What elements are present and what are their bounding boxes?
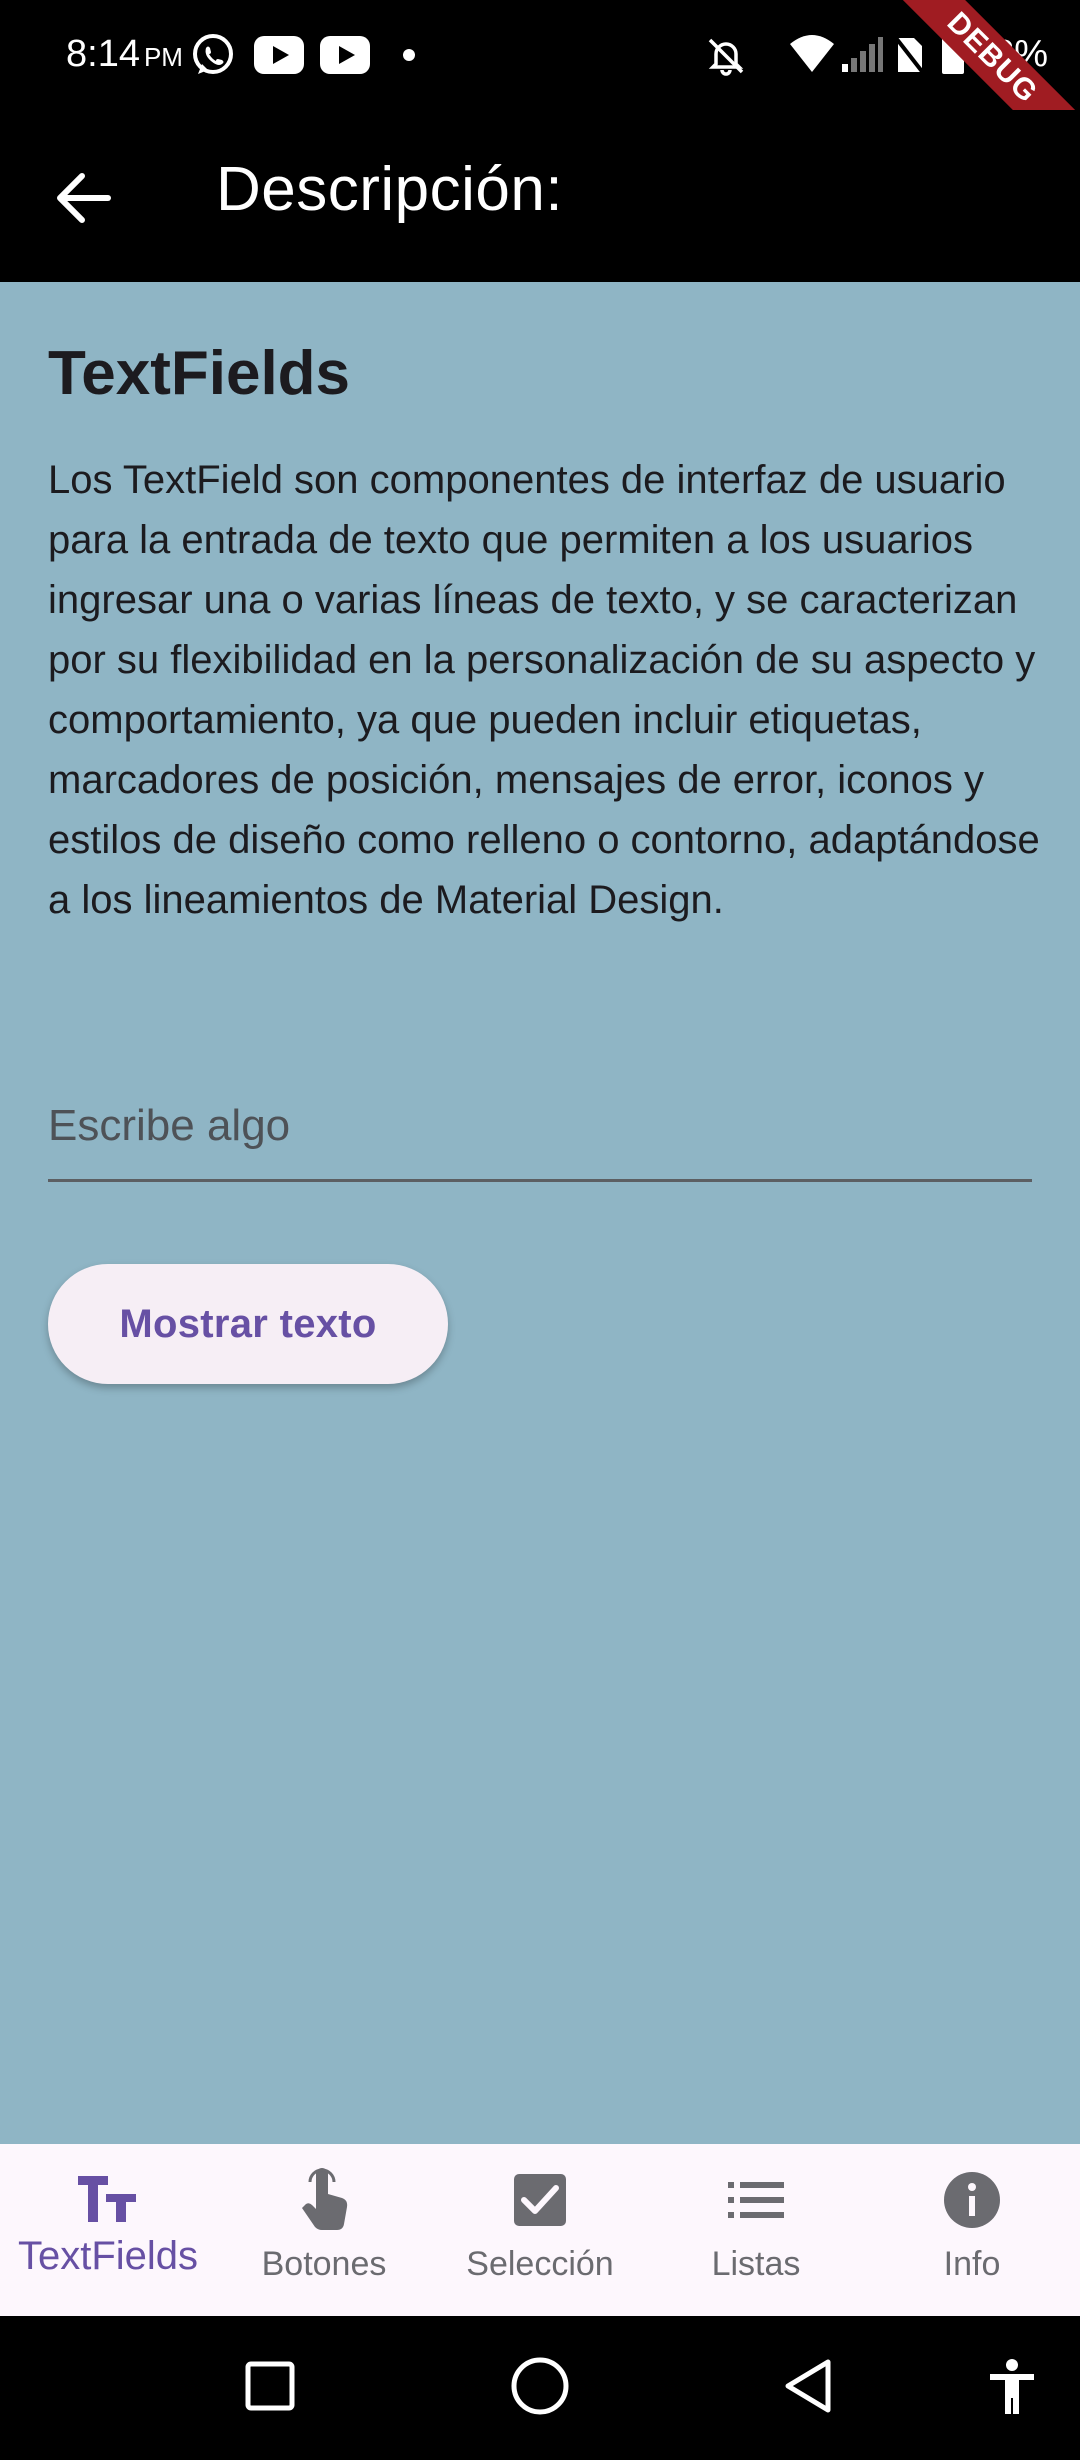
bell-off-icon <box>708 38 744 76</box>
section-title: TextFields <box>48 339 351 408</box>
youtube-icon <box>320 36 370 74</box>
bottom-nav: TextFields Botones Selección Listas Info <box>0 2144 1080 2316</box>
nav-item-listas[interactable]: Listas <box>648 2144 864 2316</box>
nav-label: Selección <box>466 2245 614 2283</box>
section-description: Los TextField son componentes de interfa… <box>48 458 1040 922</box>
list-icon <box>728 2182 784 2218</box>
app-bar: Descripción: <box>0 110 1080 282</box>
signal-icon <box>842 37 883 72</box>
back-nav-button[interactable] <box>780 2356 836 2416</box>
status-time-value: 8:14 <box>66 33 140 75</box>
nav-label: TextFields <box>17 2234 199 2278</box>
show-text-button[interactable]: Mostrar texto <box>48 1264 448 1384</box>
back-button[interactable] <box>48 162 120 234</box>
status-bar: 8:14PM 68 <box>0 0 1080 110</box>
info-icon <box>944 2172 1000 2228</box>
text-input[interactable] <box>48 1072 1032 1182</box>
nav-item-textfields[interactable]: TextFields <box>0 2144 216 2316</box>
checkbox-icon <box>514 2174 566 2226</box>
recent-apps-button[interactable] <box>244 2360 296 2412</box>
nav-item-botones[interactable]: Botones <box>216 2144 432 2316</box>
system-nav-bar <box>0 2316 1080 2460</box>
page-title: Descripción: <box>216 155 564 224</box>
wifi-icon <box>790 35 834 72</box>
status-time: 8:14 PM <box>66 34 183 77</box>
youtube-icon <box>254 36 304 74</box>
arrow-back-icon <box>57 173 111 223</box>
nav-item-seleccion[interactable]: Selección <box>432 2144 648 2316</box>
main-content: TextFields Los TextField son componentes… <box>0 282 1080 2144</box>
text-fields-icon <box>78 2176 136 2222</box>
accessibility-icon[interactable] <box>986 2358 1038 2416</box>
touch-icon <box>302 2168 348 2230</box>
home-button[interactable] <box>510 2356 570 2416</box>
notification-dot-icon <box>403 49 415 61</box>
no-sim-icon <box>894 36 926 76</box>
whatsapp-icon <box>193 34 233 74</box>
nav-label: Botones <box>261 2245 387 2283</box>
nav-label: Info <box>943 2245 1001 2283</box>
nav-label: Listas <box>711 2245 801 2283</box>
status-time-ampm: PM <box>143 42 183 72</box>
nav-item-info[interactable]: Info <box>864 2144 1080 2316</box>
